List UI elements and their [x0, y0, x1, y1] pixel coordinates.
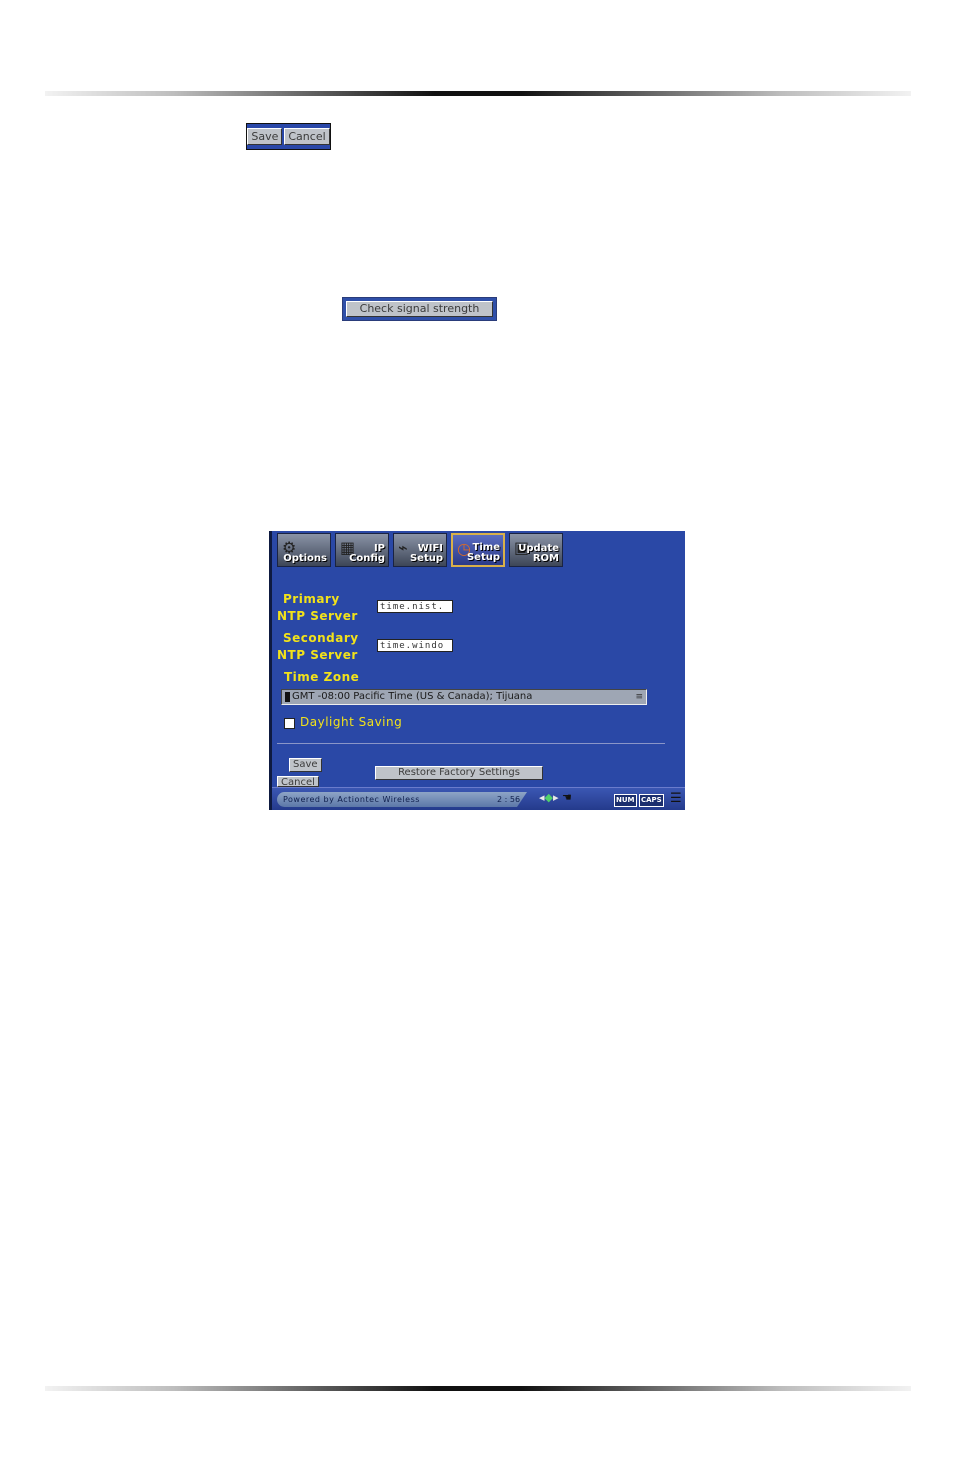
tab-label: Time Setup — [466, 542, 500, 563]
menu-icon[interactable]: ☰ — [670, 791, 682, 806]
primary-ntp-input[interactable]: time.nist. — [377, 600, 453, 613]
caps-lock-indicator: CAPS — [639, 794, 664, 807]
powered-by-text: Powered by Actiontec Wireless — [283, 795, 420, 804]
screen-save-button[interactable]: Save — [289, 758, 322, 772]
save-button[interactable]: Save — [247, 128, 283, 145]
top-rule — [45, 91, 911, 96]
cursor-mark — [285, 692, 290, 702]
status-bar: Powered by Actiontec Wireless 2 : 56 ◂◆▸… — [272, 787, 685, 810]
time-zone-value: GMT -08:00 Pacific Time (US & Canada); T… — [292, 691, 533, 702]
wifi-router-icon: ⌁ — [398, 538, 408, 557]
screen-cancel-button[interactable]: Cancel — [277, 776, 319, 787]
num-lock-indicator: NUM — [614, 794, 637, 807]
tab-label: Options — [283, 553, 327, 564]
hand-icon: ☚ — [562, 791, 572, 804]
secondary-ntp-label-line2: NTP Server — [277, 648, 358, 662]
tab-label: Update ROM — [518, 543, 559, 564]
time-setup-screen: ⚙ Options ▦ IP Config ⌁ WIFI Setup ◷ Tim… — [269, 531, 685, 810]
status-panel: Powered by Actiontec Wireless 2 : 56 — [277, 792, 527, 807]
tab-time-setup[interactable]: ◷ Time Setup — [451, 533, 505, 567]
clock-text: 2 : 56 — [497, 795, 521, 804]
dropdown-icon: ≡ — [635, 692, 643, 702]
daylight-saving-checkbox[interactable] — [284, 718, 295, 729]
form-divider — [277, 743, 665, 744]
navigation-arrows-icon[interactable]: ◂◆▸ ☚ — [539, 791, 572, 804]
secondary-ntp-input[interactable]: time.windo — [377, 639, 453, 652]
tab-options[interactable]: ⚙ Options — [277, 533, 331, 567]
tab-label: IP Config — [349, 543, 385, 564]
tab-update-rom[interactable]: ▣ Update ROM — [509, 533, 563, 567]
save-cancel-button-group: Save Cancel — [246, 123, 331, 150]
check-signal-container: Check signal strength — [342, 297, 497, 321]
time-zone-label: Time Zone — [284, 670, 360, 684]
check-signal-strength-button[interactable]: Check signal strength — [346, 301, 493, 317]
bottom-rule — [45, 1386, 911, 1391]
restore-factory-settings-button[interactable]: Restore Factory Settings — [375, 766, 543, 780]
primary-ntp-label-line2: NTP Server — [277, 609, 358, 623]
tab-ip-config[interactable]: ▦ IP Config — [335, 533, 389, 567]
primary-ntp-label-line1: Primary — [283, 592, 340, 606]
tab-bar: ⚙ Options ▦ IP Config ⌁ WIFI Setup ◷ Tim… — [277, 533, 563, 569]
time-zone-select[interactable]: GMT -08:00 Pacific Time (US & Canada); T… — [281, 689, 647, 705]
daylight-saving-label: Daylight Saving — [300, 715, 403, 729]
tab-label: WIFI Setup — [409, 543, 443, 564]
cancel-button[interactable]: Cancel — [284, 128, 330, 145]
secondary-ntp-label-line1: Secondary — [283, 631, 359, 645]
tab-wifi-setup[interactable]: ⌁ WIFI Setup — [393, 533, 447, 567]
